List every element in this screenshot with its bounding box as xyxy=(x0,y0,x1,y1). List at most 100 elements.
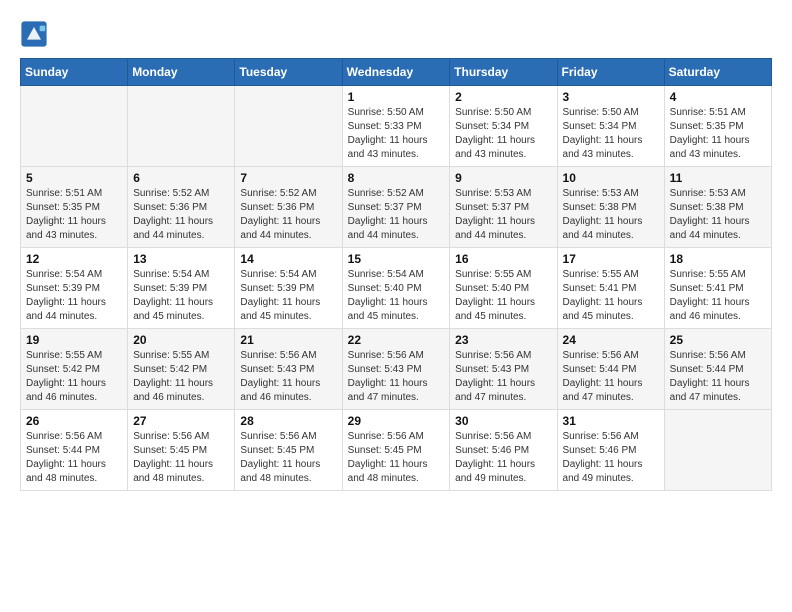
day-number: 22 xyxy=(348,333,445,347)
calendar-cell: 12 Sunrise: 5:54 AM Sunset: 5:39 PM Dayli… xyxy=(21,248,128,329)
logo-icon xyxy=(20,20,48,48)
calendar-week-1: 1Sunrise: 5:50 AM Sunset: 5:33 PM Daylig… xyxy=(21,86,772,167)
calendar-cell: 10Sunrise: 5:53 AM Sunset: 5:38 PM Dayli… xyxy=(557,167,664,248)
day-number: 30 xyxy=(455,414,551,428)
day-number: 14 xyxy=(240,252,336,266)
day-info: Sunrise: 5:56 AM Sunset: 5:44 PM Dayligh… xyxy=(26,430,122,486)
day-number: 11 xyxy=(670,171,766,185)
day-number: 21 xyxy=(240,333,336,347)
day-info: Sunrise: 5:55 AM Sunset: 5:41 PM Dayligh… xyxy=(563,268,659,324)
calendar-cell: 14 Sunrise: 5:54 AM Sunset: 5:39 PM Dayli… xyxy=(235,248,342,329)
calendar-cell: 11 Sunrise: 5:53 AM Sunset: 5:38 PM Dayli… xyxy=(664,167,771,248)
day-number: 8 xyxy=(348,171,445,185)
day-number: 13 xyxy=(133,252,229,266)
calendar-cell: 18 Sunrise: 5:55 AM Sunset: 5:41 PM Dayli… xyxy=(664,248,771,329)
day-number: 9 xyxy=(455,171,551,185)
calendar-cell: 22 Sunrise: 5:56 AM Sunset: 5:43 PM Dayli… xyxy=(342,329,450,410)
day-info: Sunrise: 5:54 AM Sunset: 5:39 PM Dayligh… xyxy=(26,268,122,324)
header-sunday: Sunday xyxy=(21,59,128,86)
day-info: Sunrise: 5:54 AM Sunset: 5:39 PM Dayligh… xyxy=(240,268,336,324)
calendar: SundayMondayTuesdayWednesdayThursdayFrid… xyxy=(20,58,772,491)
day-number: 28 xyxy=(240,414,336,428)
day-number: 3 xyxy=(563,90,659,104)
calendar-cell: 15 Sunrise: 5:54 AM Sunset: 5:40 PM Dayli… xyxy=(342,248,450,329)
calendar-cell: 20 Sunrise: 5:55 AM Sunset: 5:42 PM Dayli… xyxy=(128,329,235,410)
day-info: Sunrise: 5:56 AM Sunset: 5:43 PM Dayligh… xyxy=(240,349,336,405)
calendar-cell: 6 Sunrise: 5:52 AM Sunset: 5:36 PM Daylig… xyxy=(128,167,235,248)
day-number: 16 xyxy=(455,252,551,266)
day-number: 29 xyxy=(348,414,445,428)
calendar-cell: 5 Sunrise: 5:51 AM Sunset: 5:35 PM Daylig… xyxy=(21,167,128,248)
calendar-cell xyxy=(664,410,771,491)
day-number: 25 xyxy=(670,333,766,347)
day-number: 5 xyxy=(26,171,122,185)
calendar-cell: 21 Sunrise: 5:56 AM Sunset: 5:43 PM Dayli… xyxy=(235,329,342,410)
header-friday: Friday xyxy=(557,59,664,86)
day-number: 24 xyxy=(563,333,659,347)
day-info: Sunrise: 5:56 AM Sunset: 5:44 PM Dayligh… xyxy=(670,349,766,405)
day-info: Sunrise: 5:56 AM Sunset: 5:46 PM Dayligh… xyxy=(455,430,551,486)
calendar-week-3: 12 Sunrise: 5:54 AM Sunset: 5:39 PM Dayli… xyxy=(21,248,772,329)
header-monday: Monday xyxy=(128,59,235,86)
day-number: 20 xyxy=(133,333,229,347)
day-info: Sunrise: 5:55 AM Sunset: 5:40 PM Dayligh… xyxy=(455,268,551,324)
day-info: Sunrise: 5:52 AM Sunset: 5:36 PM Dayligh… xyxy=(240,187,336,243)
calendar-cell: 3Sunrise: 5:50 AM Sunset: 5:34 PM Daylig… xyxy=(557,86,664,167)
day-number: 12 xyxy=(26,252,122,266)
calendar-cell: 31 Sunrise: 5:56 AM Sunset: 5:46 PM Dayli… xyxy=(557,410,664,491)
day-number: 7 xyxy=(240,171,336,185)
calendar-cell xyxy=(21,86,128,167)
calendar-cell: 25 Sunrise: 5:56 AM Sunset: 5:44 PM Dayli… xyxy=(664,329,771,410)
day-info: Sunrise: 5:51 AM Sunset: 5:35 PM Dayligh… xyxy=(26,187,122,243)
day-info: Sunrise: 5:55 AM Sunset: 5:41 PM Dayligh… xyxy=(670,268,766,324)
day-info: Sunrise: 5:51 AM Sunset: 5:35 PM Dayligh… xyxy=(670,106,766,162)
day-info: Sunrise: 5:54 AM Sunset: 5:39 PM Dayligh… xyxy=(133,268,229,324)
header xyxy=(20,20,772,48)
day-number: 2 xyxy=(455,90,551,104)
logo xyxy=(20,20,52,48)
day-number: 4 xyxy=(670,90,766,104)
calendar-cell: 26 Sunrise: 5:56 AM Sunset: 5:44 PM Dayli… xyxy=(21,410,128,491)
day-info: Sunrise: 5:56 AM Sunset: 5:45 PM Dayligh… xyxy=(133,430,229,486)
calendar-cell: 19Sunrise: 5:55 AM Sunset: 5:42 PM Dayli… xyxy=(21,329,128,410)
calendar-cell: 9 Sunrise: 5:53 AM Sunset: 5:37 PM Daylig… xyxy=(450,167,557,248)
calendar-cell: 2 Sunrise: 5:50 AM Sunset: 5:34 PM Daylig… xyxy=(450,86,557,167)
day-number: 31 xyxy=(563,414,659,428)
day-number: 18 xyxy=(670,252,766,266)
day-info: Sunrise: 5:50 AM Sunset: 5:34 PM Dayligh… xyxy=(455,106,551,162)
calendar-cell: 4 Sunrise: 5:51 AM Sunset: 5:35 PM Daylig… xyxy=(664,86,771,167)
calendar-cell: 24 Sunrise: 5:56 AM Sunset: 5:44 PM Dayli… xyxy=(557,329,664,410)
header-tuesday: Tuesday xyxy=(235,59,342,86)
day-info: Sunrise: 5:56 AM Sunset: 5:43 PM Dayligh… xyxy=(348,349,445,405)
calendar-cell: 28Sunrise: 5:56 AM Sunset: 5:45 PM Dayli… xyxy=(235,410,342,491)
day-info: Sunrise: 5:52 AM Sunset: 5:36 PM Dayligh… xyxy=(133,187,229,243)
day-info: Sunrise: 5:55 AM Sunset: 5:42 PM Dayligh… xyxy=(26,349,122,405)
day-info: Sunrise: 5:52 AM Sunset: 5:37 PM Dayligh… xyxy=(348,187,445,243)
day-number: 1 xyxy=(348,90,445,104)
day-info: Sunrise: 5:56 AM Sunset: 5:46 PM Dayligh… xyxy=(563,430,659,486)
day-info: Sunrise: 5:53 AM Sunset: 5:38 PM Dayligh… xyxy=(670,187,766,243)
calendar-cell: 13 Sunrise: 5:54 AM Sunset: 5:39 PM Dayli… xyxy=(128,248,235,329)
day-number: 10 xyxy=(563,171,659,185)
day-info: Sunrise: 5:56 AM Sunset: 5:43 PM Dayligh… xyxy=(455,349,551,405)
day-number: 6 xyxy=(133,171,229,185)
day-info: Sunrise: 5:54 AM Sunset: 5:40 PM Dayligh… xyxy=(348,268,445,324)
day-number: 26 xyxy=(26,414,122,428)
calendar-cell xyxy=(128,86,235,167)
day-number: 17 xyxy=(563,252,659,266)
day-number: 15 xyxy=(348,252,445,266)
calendar-cell: 27Sunrise: 5:56 AM Sunset: 5:45 PM Dayli… xyxy=(128,410,235,491)
calendar-cell: 1Sunrise: 5:50 AM Sunset: 5:33 PM Daylig… xyxy=(342,86,450,167)
day-info: Sunrise: 5:55 AM Sunset: 5:42 PM Dayligh… xyxy=(133,349,229,405)
day-number: 23 xyxy=(455,333,551,347)
header-wednesday: Wednesday xyxy=(342,59,450,86)
day-info: Sunrise: 5:56 AM Sunset: 5:45 PM Dayligh… xyxy=(348,430,445,486)
calendar-cell xyxy=(235,86,342,167)
day-info: Sunrise: 5:56 AM Sunset: 5:44 PM Dayligh… xyxy=(563,349,659,405)
header-thursday: Thursday xyxy=(450,59,557,86)
calendar-week-4: 19Sunrise: 5:55 AM Sunset: 5:42 PM Dayli… xyxy=(21,329,772,410)
calendar-cell: 8 Sunrise: 5:52 AM Sunset: 5:37 PM Daylig… xyxy=(342,167,450,248)
calendar-week-5: 26 Sunrise: 5:56 AM Sunset: 5:44 PM Dayli… xyxy=(21,410,772,491)
calendar-header-row: SundayMondayTuesdayWednesdayThursdayFrid… xyxy=(21,59,772,86)
day-info: Sunrise: 5:53 AM Sunset: 5:37 PM Dayligh… xyxy=(455,187,551,243)
